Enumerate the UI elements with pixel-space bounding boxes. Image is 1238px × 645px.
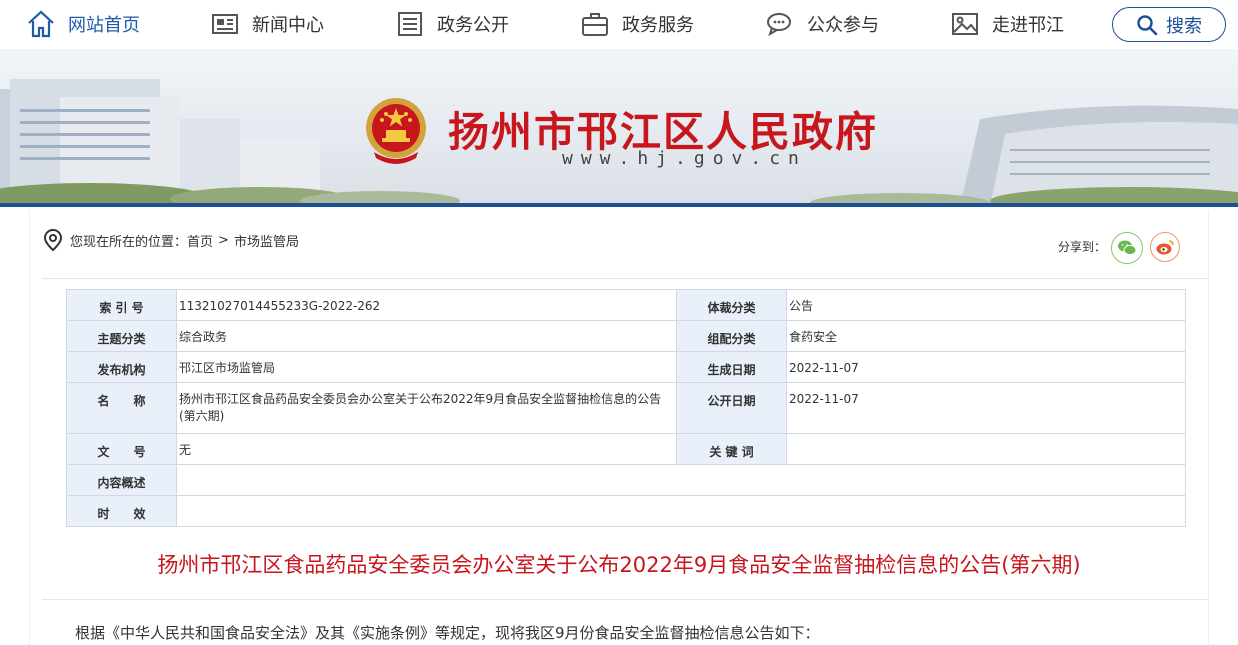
divider (42, 278, 1208, 279)
meta-key: 时 效 (66, 495, 177, 527)
meta-value: 11321027014455233G-2022-262 (176, 289, 677, 321)
table-row: 内容概述 (66, 464, 1186, 496)
share-wechat-button[interactable] (1111, 232, 1143, 264)
picture-icon (950, 9, 980, 39)
meta-value (176, 464, 1186, 496)
share-weibo-button[interactable] (1150, 232, 1180, 262)
meta-value: 公告 (786, 289, 1186, 321)
table-row: 名 称 扬州市邗江区食品药品安全委员会办公室关于公布2022年9月食品安全监督抽… (66, 382, 1186, 434)
meta-value: 2022-11-07 (786, 351, 1186, 383)
nav-about-label: 走进邗江 (992, 15, 1064, 36)
table-row: 发布机构 邗江区市场监管局 生成日期 2022-11-07 (66, 351, 1186, 383)
meta-value: 食药安全 (786, 320, 1186, 352)
nav-gov-service[interactable]: 政务服务 (580, 9, 694, 39)
meta-key: 生成日期 (676, 351, 787, 383)
article-paragraph: 根据《中华人民共和国食品安全法》及其《实施条例》等规定，现将我区9月份食品安全监… (75, 624, 820, 642)
nav-home-label: 网站首页 (68, 15, 140, 36)
nav-gov-open[interactable]: 政务公开 (395, 9, 509, 39)
nav-news[interactable]: 新闻中心 (210, 9, 324, 39)
wechat-icon (1118, 240, 1137, 256)
meta-value: 邗江区市场监管局 (176, 351, 677, 383)
meta-key: 发布机构 (66, 351, 177, 383)
meta-key: 索 引 号 (66, 289, 177, 321)
meta-value: 2022-11-07 (786, 382, 1186, 434)
meta-value (176, 495, 1186, 527)
meta-value: 无 (176, 433, 677, 465)
breadcrumb-prefix: 您现在所在的位置： (70, 234, 188, 250)
meta-key: 组配分类 (676, 320, 787, 352)
nav-news-label: 新闻中心 (252, 15, 324, 36)
nav-about[interactable]: 走进邗江 (950, 9, 1064, 39)
search-label: 搜索 (1166, 15, 1202, 37)
nav-public[interactable]: 公众参与 (765, 9, 879, 39)
newspaper-icon (210, 9, 240, 39)
metadata-table: 索 引 号 11321027014455233G-2022-262 体裁分类 公… (66, 289, 1186, 527)
divider (42, 599, 1208, 600)
chat-bubbles-icon (765, 9, 795, 39)
breadcrumb-home-link[interactable]: 首页 (187, 231, 213, 250)
article-title: 扬州市邗江区食品药品安全委员会办公室关于公布2022年9月食品安全监督抽检信息的… (157, 553, 1081, 577)
national-emblem-icon (366, 98, 426, 164)
briefcase-icon (580, 9, 610, 39)
nav-gov-service-label: 政务服务 (622, 15, 694, 36)
meta-key: 关 键 词 (676, 433, 787, 465)
breadcrumb: 您现在所在的位置： 首页 > 市场监管局 (42, 228, 299, 252)
weibo-icon (1156, 240, 1174, 255)
meta-key: 名 称 (66, 382, 177, 434)
nav-public-label: 公众参与 (807, 15, 879, 36)
list-document-icon (395, 9, 425, 39)
meta-key: 体裁分类 (676, 289, 787, 321)
meta-key: 文 号 (66, 433, 177, 465)
site-url: www.hj.gov.cn (562, 148, 807, 169)
nav-gov-open-label: 政务公开 (437, 15, 509, 36)
home-icon (26, 9, 56, 39)
meta-key: 主题分类 (66, 320, 177, 352)
breadcrumb-market-link[interactable]: 市场监管局 (234, 231, 299, 250)
top-nav: 网站首页 新闻中心 政务公开 政务服务 公众参与 走进邗江 搜索 (0, 0, 1238, 49)
banner-divider (0, 203, 1238, 207)
meta-key: 公开日期 (676, 382, 787, 434)
nav-home[interactable]: 网站首页 (26, 9, 140, 39)
share-label: 分享到： (1058, 240, 1107, 254)
meta-value: 综合政务 (176, 320, 677, 352)
table-row: 索 引 号 11321027014455233G-2022-262 体裁分类 公… (66, 289, 1186, 321)
meta-key: 内容概述 (66, 464, 177, 496)
table-row: 文 号 无 关 键 词 (66, 433, 1186, 465)
meta-value (786, 433, 1186, 465)
table-row: 主题分类 综合政务 组配分类 食药安全 (66, 320, 1186, 352)
search-icon (1137, 14, 1158, 35)
meta-value: 扬州市邗江区食品药品安全委员会办公室关于公布2022年9月食品安全监督抽检信息的… (176, 382, 677, 434)
breadcrumb-separator: > (218, 232, 229, 248)
location-pin-icon (43, 228, 63, 252)
table-row: 时 效 (66, 495, 1186, 527)
search-button[interactable]: 搜索 (1112, 7, 1226, 42)
